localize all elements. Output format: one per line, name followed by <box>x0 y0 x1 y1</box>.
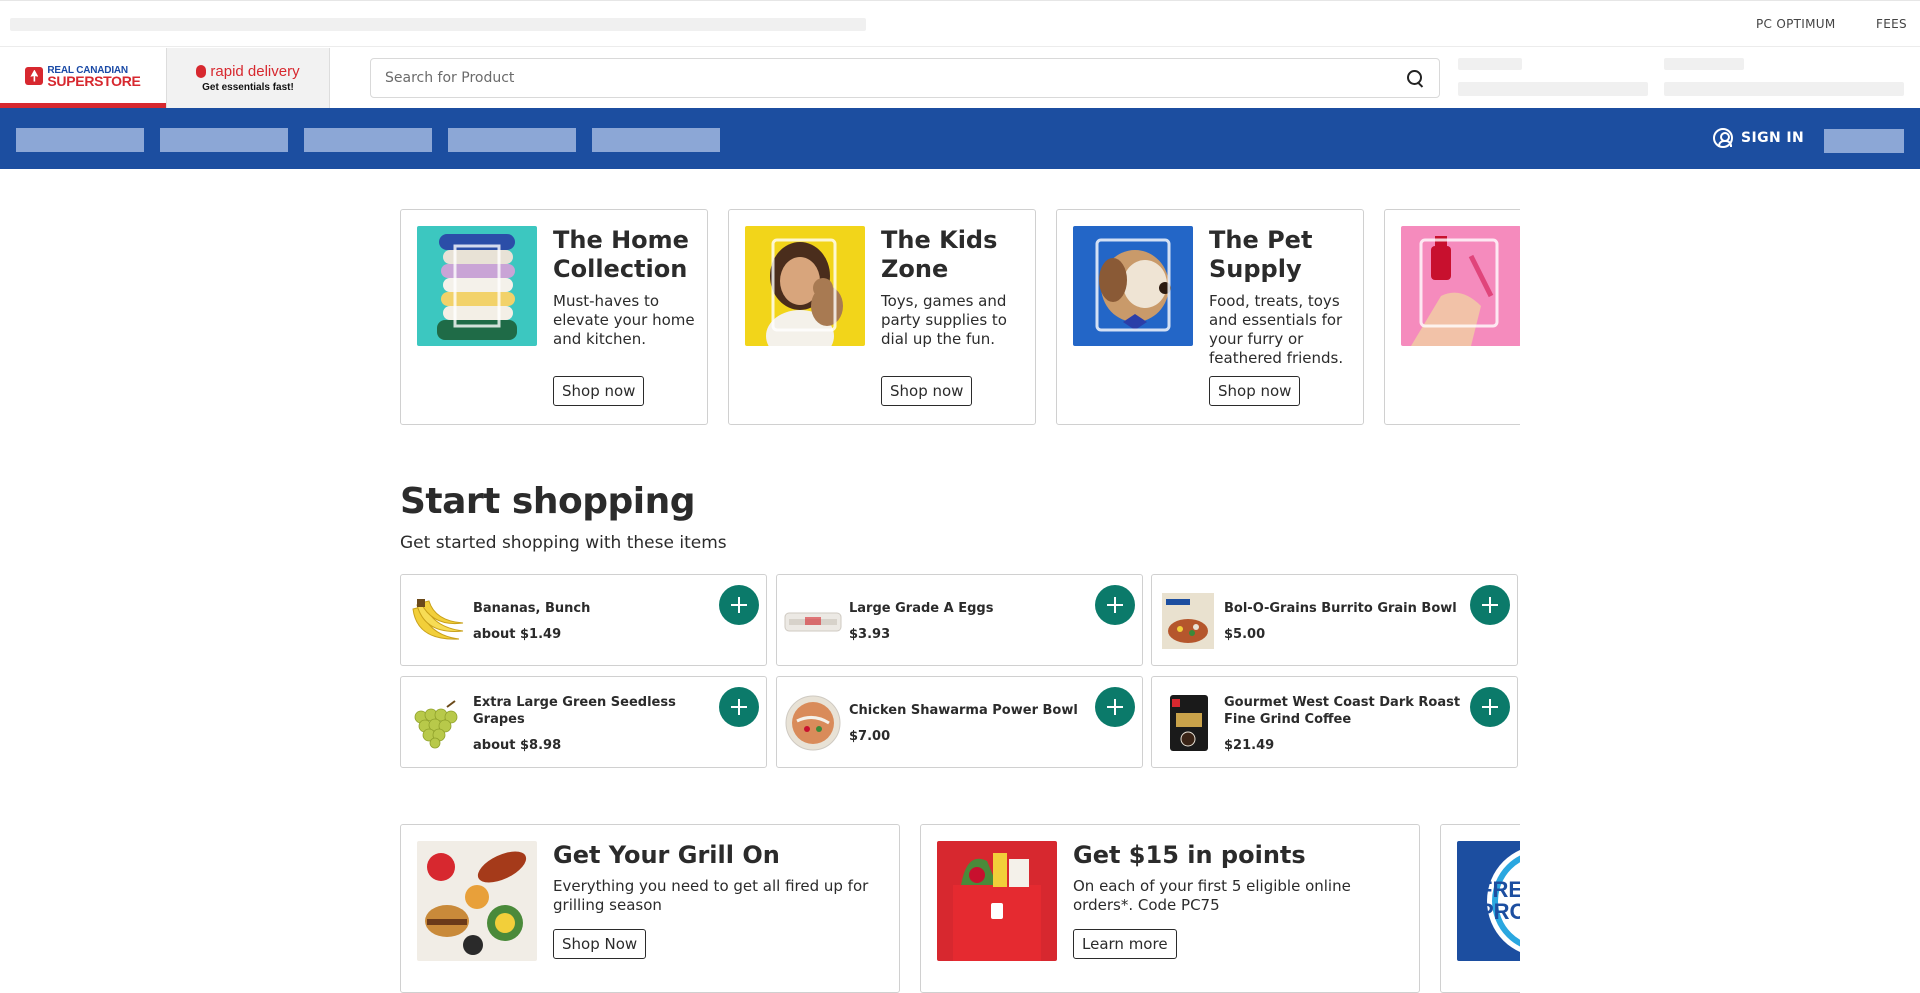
fees-link[interactable]: FEES <box>1876 17 1907 31</box>
nav-placeholder <box>160 128 288 152</box>
grill-food-image <box>417 841 537 961</box>
eggs-image <box>783 591 843 651</box>
product-price: about $8.98 <box>473 737 562 753</box>
loading-placeholder <box>1664 82 1904 96</box>
promo-card-pet[interactable]: The Pet Supply Food, treats, toys and es… <box>1056 209 1364 425</box>
shop-now-button[interactable]: Shop Now <box>553 929 647 959</box>
learn-more-button[interactable]: Learn more <box>1073 929 1177 959</box>
logo-line-2: SUPERSTORE <box>47 72 141 89</box>
product-name[interactable]: Extra Large Green Seedless Grapes <box>473 694 713 728</box>
promo-title: The Kids Zone <box>881 226 998 283</box>
loading-placeholder <box>10 18 866 31</box>
search-icon[interactable] <box>1405 68 1425 88</box>
start-shopping-subtitle: Get started shopping with these items <box>400 533 727 553</box>
search-input[interactable] <box>385 70 1405 86</box>
promo-title: The Home Collection <box>553 226 689 283</box>
product-price: $5.00 <box>1224 627 1266 642</box>
banner-description: On each of your first 5 eligible online … <box>1073 877 1351 914</box>
main-nav: SIGN IN <box>0 108 1920 169</box>
beauty-image <box>1401 226 1520 346</box>
grocery-bag-image <box>937 841 1057 961</box>
loading-placeholder <box>1458 58 1522 70</box>
plus-icon <box>1107 597 1123 613</box>
shop-now-button[interactable]: Shop now <box>881 376 973 406</box>
start-shopping-title: Start shopping <box>400 481 696 522</box>
free-promo-image: FRE PRO <box>1457 841 1520 961</box>
offers-carousel: Get Your Grill On Everything you need to… <box>400 824 1520 993</box>
site-header: REAL CANADIAN SUPERSTORE rapid delivery … <box>0 48 1920 108</box>
cart-placeholder <box>1824 129 1904 153</box>
product-name[interactable]: Bol-O-Grains Burrito Grain Bowl <box>1224 600 1464 617</box>
product-price: about $1.49 <box>473 627 562 642</box>
promo-description: Food, treats, toys and essentials for yo… <box>1209 292 1344 367</box>
coffee-image <box>1158 693 1218 753</box>
banner-title: Get Your Grill On <box>553 841 780 869</box>
free-promo-text: FRE PRO <box>1479 877 1520 924</box>
shop-now-button[interactable]: Shop now <box>1209 376 1301 406</box>
product-price: $21.49 <box>1224 737 1275 753</box>
add-to-cart-button[interactable] <box>719 687 759 727</box>
sign-in-label: SIGN IN <box>1741 130 1805 146</box>
promo-card-kids[interactable]: The Kids Zone Toys, games and party supp… <box>728 209 1036 425</box>
promo-card-home[interactable]: The Home Collection Must-haves to elevat… <box>400 209 708 425</box>
product-card[interactable]: Bananas, Bunch about $1.49 <box>400 574 767 666</box>
user-icon <box>1713 128 1733 148</box>
product-price: $3.93 <box>849 627 891 642</box>
nav-placeholder <box>448 128 576 152</box>
product-card[interactable]: Gourmet West Coast Dark Roast Fine Grind… <box>1151 676 1518 768</box>
loading-placeholder <box>1664 58 1744 70</box>
banner-title: Get $15 in points <box>1073 841 1306 869</box>
nav-placeholder <box>16 128 144 152</box>
home-collection-image <box>417 226 537 346</box>
burrito-bowl-image <box>1158 591 1218 651</box>
plus-icon <box>1107 699 1123 715</box>
product-name[interactable]: Large Grade A Eggs <box>849 600 1089 617</box>
banner-card-grill[interactable]: Get Your Grill On Everything you need to… <box>400 824 900 993</box>
promo-description: Must-haves to elevate your home and kitc… <box>553 292 695 348</box>
plus-icon <box>731 597 747 613</box>
pc-optimum-link[interactable]: PC OPTIMUM <box>1756 17 1835 31</box>
add-to-cart-button[interactable] <box>719 585 759 625</box>
promo-title: The Pet Supply <box>1209 226 1313 283</box>
product-card[interactable]: Bol-O-Grains Burrito Grain Bowl $5.00 <box>1151 574 1518 666</box>
superstore-logo[interactable]: REAL CANADIAN SUPERSTORE <box>0 48 166 108</box>
plus-icon <box>1482 597 1498 613</box>
product-name[interactable]: Gourmet West Coast Dark Roast Fine Grind… <box>1224 694 1464 728</box>
add-to-cart-button[interactable] <box>1470 687 1510 727</box>
banana-image <box>407 591 467 651</box>
nav-placeholder <box>592 128 720 152</box>
add-to-cart-button[interactable] <box>1470 585 1510 625</box>
plus-icon <box>731 699 747 715</box>
product-name[interactable]: Chicken Shawarma Power Bowl <box>849 702 1089 719</box>
loading-placeholder <box>1458 82 1648 96</box>
kids-zone-image <box>745 226 865 346</box>
banner-card-points[interactable]: Get $15 in points On each of your first … <box>920 824 1420 993</box>
rapid-delivery-title: rapid delivery <box>210 63 300 80</box>
promo-card-beauty[interactable] <box>1384 209 1520 425</box>
maple-leaf-icon <box>25 66 44 85</box>
grapes-image <box>407 693 467 753</box>
add-to-cart-button[interactable] <box>1095 585 1135 625</box>
rapid-delivery-link[interactable]: rapid delivery Get essentials fast! <box>166 48 330 108</box>
product-price: $7.00 <box>849 729 891 744</box>
add-to-cart-button[interactable] <box>1095 687 1135 727</box>
product-card[interactable]: Chicken Shawarma Power Bowl $7.00 <box>776 676 1143 768</box>
rapid-delivery-subtitle: Get essentials fast! <box>202 82 294 93</box>
utility-bar: PC OPTIMUM FEES <box>0 0 1920 47</box>
banner-description: Everything you need to get all fired up … <box>553 877 869 914</box>
nav-placeholder <box>304 128 432 152</box>
product-card[interactable]: Large Grade A Eggs $3.93 <box>776 574 1143 666</box>
collection-carousel: The Home Collection Must-haves to elevat… <box>400 209 1520 425</box>
banner-card-free[interactable]: FRE PRO <box>1440 824 1520 993</box>
search-bar <box>370 58 1440 98</box>
shop-now-button[interactable]: Shop now <box>553 376 645 406</box>
shawarma-bowl-image <box>783 693 843 753</box>
sign-in-button[interactable]: SIGN IN <box>1713 128 1804 148</box>
location-pin-icon <box>196 65 207 78</box>
plus-icon <box>1482 699 1498 715</box>
product-name[interactable]: Bananas, Bunch <box>473 600 713 617</box>
pet-supply-image <box>1073 226 1193 346</box>
promo-description: Toys, games and party supplies to dial u… <box>881 292 1007 348</box>
product-card[interactable]: Extra Large Green Seedless Grapes about … <box>400 676 767 768</box>
